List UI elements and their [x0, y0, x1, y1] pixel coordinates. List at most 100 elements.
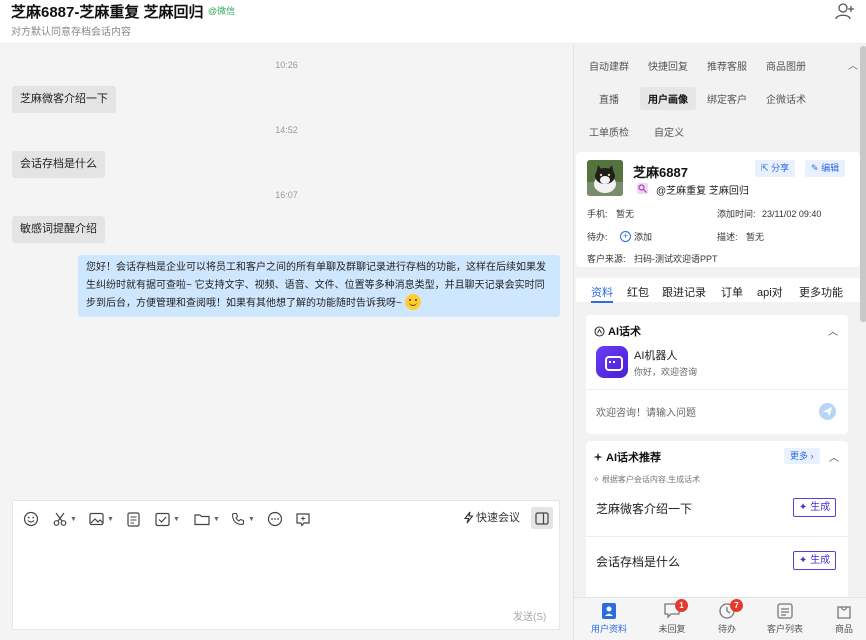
desc-value: 暂无	[746, 232, 765, 242]
bot-name: AI机器人	[634, 350, 678, 362]
recommend-hint: ✧ 根据客户会话内容,生成话术	[593, 475, 701, 484]
more-icon[interactable]	[267, 511, 283, 527]
tab-custom[interactable]: 自定义	[654, 124, 684, 139]
nav-label: 待办	[717, 624, 736, 634]
nav-goods[interactable]: 商品	[819, 602, 866, 635]
chevron-down-icon: ▼	[107, 515, 114, 523]
add-todo-button[interactable]: + 添加	[620, 230, 652, 243]
timestamp: 14:52	[275, 125, 298, 135]
lightning-icon	[463, 511, 474, 523]
ai-script-card: AI话术 ︿ AI机器人 你好，欢迎咨询 欢迎咨询！请输入问题	[586, 315, 848, 434]
tab-info[interactable]: 资料	[591, 284, 613, 300]
smile-emoji-icon	[404, 294, 421, 310]
comment-icon[interactable]	[295, 511, 311, 527]
side-panel-toggle-icon[interactable]	[531, 507, 553, 529]
chevron-down-icon: ▼	[248, 515, 255, 523]
tab-follow-up[interactable]: 跟进记录	[662, 284, 706, 300]
generate-label: 生成	[810, 555, 831, 566]
emoji-icon[interactable]	[23, 511, 39, 527]
message-composer[interactable]: ▼ ▼ ▼ ▼ ▼ 快速会议 发送(S)	[12, 500, 560, 630]
scrollbar[interactable]	[860, 46, 866, 322]
tab-ticket-qa[interactable]: 工单质检	[589, 124, 629, 139]
nav-unreplied[interactable]: 1 未回复	[647, 599, 697, 635]
bot-greeting: 你好，欢迎咨询	[634, 367, 698, 377]
tab-more-features[interactable]: 更多功能	[799, 284, 843, 300]
user-profile-icon	[600, 602, 618, 620]
added-time-label: 添加时间:	[717, 209, 756, 219]
goods-icon	[835, 602, 853, 620]
image-icon[interactable]: ▼	[89, 511, 114, 527]
tab-red-packet[interactable]: 红包	[627, 284, 649, 300]
tab-live[interactable]: 直播	[599, 91, 619, 106]
robot-icon	[596, 346, 628, 378]
source-field: 客户来源: 扫码-测试欢迎语PPT	[587, 252, 718, 265]
message-bubble: 会话存档是什么	[12, 151, 105, 178]
phone-field: 手机: 暂无	[587, 207, 634, 220]
generate-button[interactable]: ✦ 生成	[793, 498, 836, 517]
ai-input-placeholder: 欢迎咨询！请输入问题	[596, 408, 696, 419]
ai-recommend-header: AI话术推荐	[593, 449, 661, 465]
list-item: 会话存档是什么 ✦ 生成	[586, 551, 848, 597]
todo-icon: 7	[718, 599, 743, 620]
chevron-down-icon: ▼	[213, 515, 220, 523]
sparkle-icon	[593, 452, 603, 462]
tab-orders[interactable]: 订单	[721, 284, 743, 300]
ai-question-input[interactable]: 欢迎咨询！请输入问题	[586, 389, 848, 434]
scissors-icon[interactable]: ▼	[53, 511, 77, 527]
phone-icon[interactable]: ▼	[231, 511, 255, 527]
share-button[interactable]: ⇱ 分享	[755, 160, 796, 177]
customer-card: 芝麻6887 ⇱ 分享 ✎ 编辑 @芝麻重复 芝麻回归 手机: 暂无 添加时间:…	[576, 152, 860, 267]
chevron-up-icon[interactable]: ︿	[848, 57, 858, 72]
generate-button[interactable]: ✦ 生成	[793, 551, 836, 570]
send-button[interactable]: 发送(S)	[513, 608, 546, 623]
share-label: 分享	[771, 163, 790, 173]
bottom-nav: 用户资料 1 未回复 7 待办 客户列表 商品	[574, 597, 866, 640]
message-bubble: 芝麻微客介绍一下	[12, 86, 116, 113]
folder-icon[interactable]: ▼	[194, 511, 220, 527]
active-tab-underline	[591, 301, 613, 303]
desc-label: 描述:	[717, 232, 738, 242]
tab-api[interactable]: api对	[757, 284, 783, 300]
source-label: 客户来源:	[587, 254, 626, 264]
tab-goods-album[interactable]: 商品图册	[766, 58, 806, 73]
corp-icon	[637, 183, 648, 194]
checklist-icon[interactable]: ▼	[155, 511, 180, 527]
tab-bind-customer[interactable]: 绑定客户	[707, 91, 747, 106]
todo-badge: 7	[730, 599, 743, 612]
nav-label: 客户列表	[766, 624, 803, 634]
avatar	[587, 160, 623, 196]
nav-todo[interactable]: 7 待办	[702, 599, 752, 635]
nav-user-profile[interactable]: 用户资料	[584, 602, 634, 635]
tab-quick-reply[interactable]: 快捷回复	[648, 58, 688, 73]
add-todo-label: 添加	[634, 232, 653, 242]
add-user-icon[interactable]	[835, 2, 855, 20]
phone-value: 暂无	[616, 209, 635, 219]
nav-customer-list[interactable]: 客户列表	[760, 602, 810, 635]
more-label: 更多	[790, 451, 809, 461]
message-bubble: 敏感词提醒介绍	[12, 216, 105, 243]
ai-script-header: AI话术	[594, 323, 641, 339]
added-time-field: 添加时间: 23/11/02 09:40	[717, 207, 821, 220]
chevron-down-icon: ▼	[70, 515, 77, 523]
tab-recommend-service[interactable]: 推荐客服	[707, 58, 747, 73]
profile-tabs: 资料 红包 跟进记录 订单 api对 更多功能	[576, 278, 860, 303]
quick-meeting-button[interactable]: 快速会议	[463, 509, 520, 525]
chat-area: 10:26 芝麻微客介绍一下 14:52 会话存档是什么 16:07 敏感词提醒…	[0, 44, 573, 500]
quick-meeting-label: 快速会议	[476, 512, 520, 524]
send-icon[interactable]	[819, 403, 836, 420]
tab-wecom-script[interactable]: 企微话术	[766, 91, 806, 106]
more-button[interactable]: 更多 ›	[784, 448, 820, 464]
ai-recommend-card: AI话术推荐 更多 › ︿ ✧ 根据客户会话内容,生成话术 芝麻微客介绍一下 ✦…	[586, 441, 848, 601]
chat-title: 芝麻6887-芝麻重复 芝麻回归	[11, 4, 204, 21]
ai-icon	[594, 325, 605, 337]
edit-label: 编辑	[821, 163, 840, 173]
chevron-up-icon[interactable]: ︿	[828, 323, 838, 338]
edit-button[interactable]: ✎ 编辑	[805, 160, 846, 177]
document-icon[interactable]	[127, 511, 140, 527]
reply-text: 您好！会话存档是企业可以将员工和客户之间的所有单聊及群聊记录进行存档的功能，这样…	[86, 262, 546, 309]
unreplied-icon: 1	[663, 599, 688, 620]
reply-bubble: 您好！会话存档是企业可以将员工和客户之间的所有单聊及群聊记录进行存档的功能，这样…	[78, 255, 560, 317]
tab-auto-group[interactable]: 自动建群	[589, 58, 629, 73]
tab-user-profile[interactable]: 用户画像	[640, 87, 696, 110]
chevron-up-icon[interactable]: ︿	[829, 449, 839, 464]
